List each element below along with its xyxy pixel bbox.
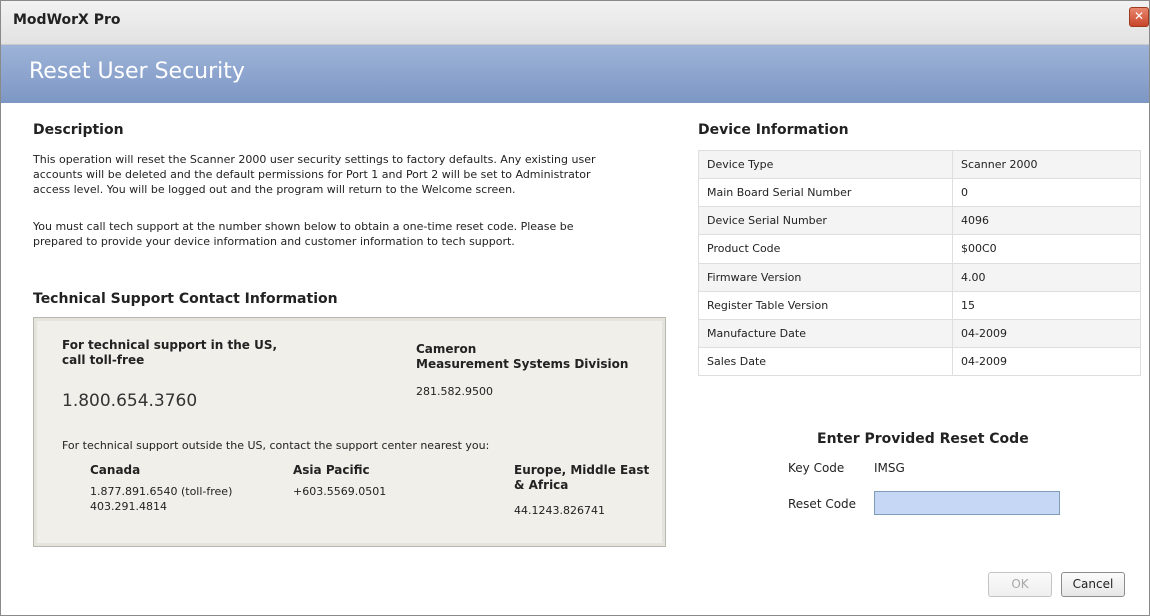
row-value: 04-2009 [952,346,1141,377]
cameron-label-line: Cameron [416,342,477,356]
close-icon[interactable]: ✕ [1129,7,1149,27]
reset-code-input[interactable] [874,491,1060,515]
description-line: accounts will be deleted and the default… [33,168,591,181]
description-line: prepared to provide your device informat… [33,235,515,248]
cameron-label-line: Measurement Systems Division [416,357,629,371]
table-row: Main Board Serial Number 0 [698,178,1141,208]
us-support-label: For technical support in the US, call to… [62,338,277,368]
row-label: Product Code [698,234,953,264]
row-value: 4096 [952,206,1141,236]
ok-button[interactable]: OK [988,572,1052,597]
asia-pacific-phone: +603.5569.0501 [293,485,387,498]
europe-label-line: & Africa [514,478,569,492]
table-row: Device Serial Number 4096 [698,206,1141,236]
canada-label: Canada [90,463,141,477]
title-bar: ModWorX Pro ✕ [1,1,1149,45]
europe-label-line: Europe, Middle East [514,463,650,477]
reset-code-heading: Enter Provided Reset Code [817,431,1029,447]
device-info-table: Device Type Scanner 2000 Main Board Seria… [698,149,1141,377]
description-paragraph-2: You must call tech support at the number… [33,219,683,249]
row-label: Main Board Serial Number [698,178,953,208]
description-line: You must call tech support at the number… [33,220,574,233]
reset-code-label: Reset Code [788,497,857,511]
europe-label: Europe, Middle East & Africa [514,463,649,493]
description-heading: Description [33,122,124,138]
row-value: 4.00 [952,262,1141,292]
europe-phone: 44.1243.826741 [514,504,605,517]
key-code-value: IMSG [874,461,905,475]
table-row: Register Table Version 15 [698,290,1141,320]
us-support-phone: 1.800.654.3760 [62,391,198,411]
table-row: Firmware Version 4.00 [698,262,1141,292]
us-support-label-line: call toll-free [62,353,145,367]
outside-us-text: For technical support outside the US, co… [62,439,490,452]
canada-phone: 1.877.891.6540 (toll-free) [90,485,233,498]
table-row: Manufacture Date 04-2009 [698,318,1141,348]
asia-pacific-label: Asia Pacific [293,463,370,477]
row-label: Device Serial Number [698,206,953,236]
canada-phones: 1.877.891.6540 (toll-free) 403.291.4814 [90,484,232,514]
row-label: Firmware Version [698,262,953,292]
support-contact-panel: For technical support in the US, call to… [33,317,666,547]
row-label: Register Table Version [698,290,953,320]
support-heading: Technical Support Contact Information [33,291,338,307]
page-title: Reset User Security [29,59,245,84]
table-row: Product Code $00C0 [698,234,1141,264]
header-banner: Reset User Security [1,45,1149,103]
cameron-label: Cameron Measurement Systems Division [416,342,628,372]
device-info-heading: Device Information [698,122,849,138]
canada-phone: 403.291.4814 [90,500,167,513]
description-paragraph-1: This operation will reset the Scanner 20… [33,152,683,197]
row-value: 15 [952,290,1141,320]
app-title: ModWorX Pro [13,12,121,28]
description-line: This operation will reset the Scanner 20… [33,153,596,166]
row-value: 04-2009 [952,318,1141,348]
us-support-label-line: For technical support in the US, [62,338,278,352]
row-value: $00C0 [952,234,1141,264]
row-label: Device Type [698,149,953,180]
table-row: Device Type Scanner 2000 [698,149,1141,180]
row-label: Sales Date [698,346,953,377]
description-line: access level. You will be logged out and… [33,183,516,196]
cancel-button[interactable]: Cancel [1061,572,1125,597]
row-value: Scanner 2000 [952,149,1141,180]
cameron-phone: 281.582.9500 [416,385,493,398]
row-label: Manufacture Date [698,318,953,348]
row-value: 0 [952,178,1141,208]
key-code-label: Key Code [788,461,845,475]
table-row: Sales Date 04-2009 [698,346,1141,377]
reset-user-security-dialog: ModWorX Pro ✕ Reset User Security Descri… [0,0,1150,616]
